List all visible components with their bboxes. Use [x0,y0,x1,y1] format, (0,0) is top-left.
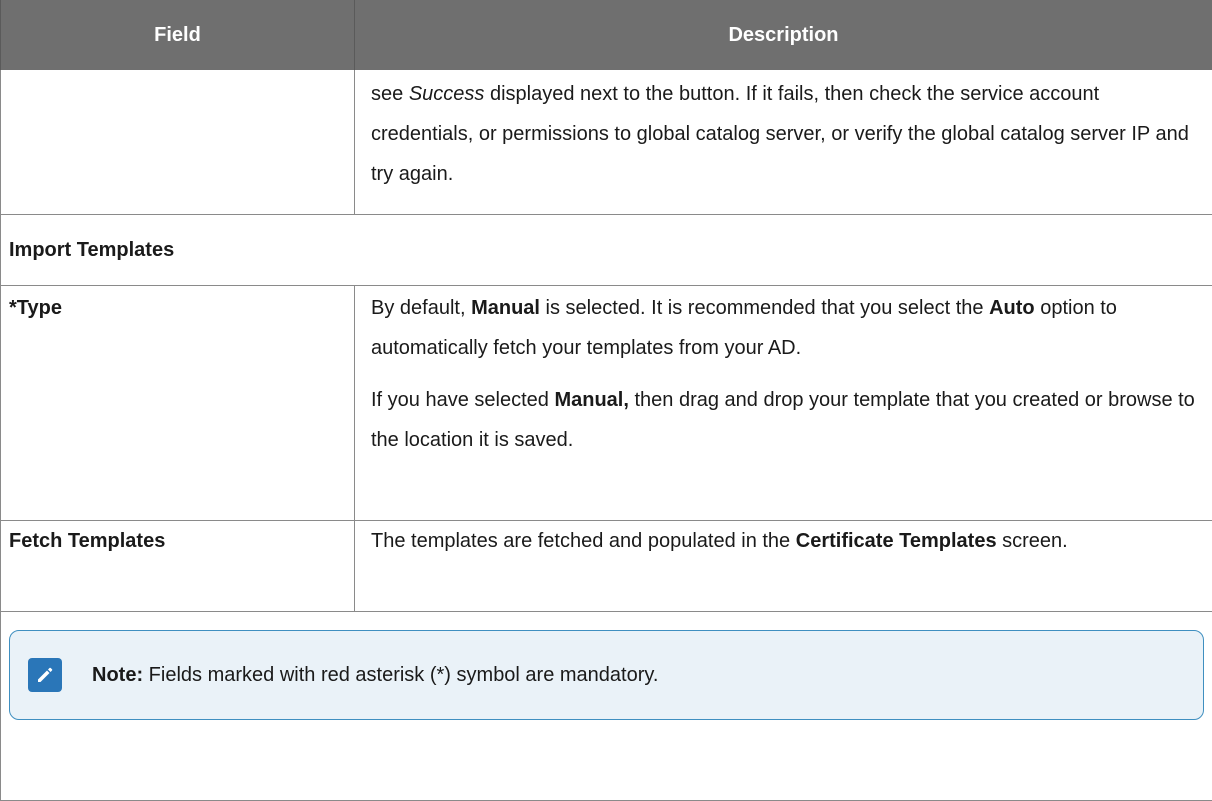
field-description-table: Field Description see Success displayed … [0,0,1212,801]
table-row: *Type By default, Manual is selected. It… [1,286,1212,521]
section-row-import-templates: Import Templates [1,215,1212,286]
field-cell-empty [1,70,355,215]
desc-bold-manual: Manual [471,297,540,319]
desc-paragraph: If you have selected Manual, then drag a… [371,380,1196,460]
note-body: Fields marked with red asterisk (*) symb… [143,664,658,686]
field-label-type: *Type [1,286,355,521]
description-cell: The templates are fetched and populated … [355,521,1212,612]
note-text: Note: Fields marked with red asterisk (*… [92,655,658,695]
note-cell: Note: Fields marked with red asterisk (*… [1,612,1212,801]
desc-paragraph: By default, Manual is selected. It is re… [371,288,1196,368]
desc-text: is selected. It is recommended that you … [540,297,989,319]
note-box: Note: Fields marked with red asterisk (*… [9,630,1204,720]
header-field: Field [1,0,355,70]
desc-text: If you have selected [371,389,554,411]
table-header-row: Field Description [1,0,1212,70]
desc-text: By default, [371,297,471,319]
field-label-fetch-templates: Fetch Templates [1,521,355,612]
desc-text: The templates are fetched and populated … [371,530,796,552]
desc-text: screen. [997,530,1068,552]
desc-text: see [371,83,409,105]
desc-bold-certificate-templates: Certificate Templates [796,530,997,552]
description-cell: see Success displayed next to the button… [355,70,1212,215]
table-row: Fetch Templates The templates are fetche… [1,521,1212,612]
description-cell: By default, Manual is selected. It is re… [355,286,1212,521]
note-row: Note: Fields marked with red asterisk (*… [1,612,1212,801]
table-row: see Success displayed next to the button… [1,70,1212,215]
note-label: Note: [92,664,143,686]
desc-bold-auto: Auto [989,297,1035,319]
section-heading: Import Templates [1,215,1212,286]
desc-text: displayed next to the button. If it fail… [371,83,1189,185]
desc-bold-manual: Manual, [554,389,628,411]
header-description: Description [355,0,1212,70]
pencil-note-icon [28,658,62,692]
desc-italic-success: Success [409,83,485,105]
